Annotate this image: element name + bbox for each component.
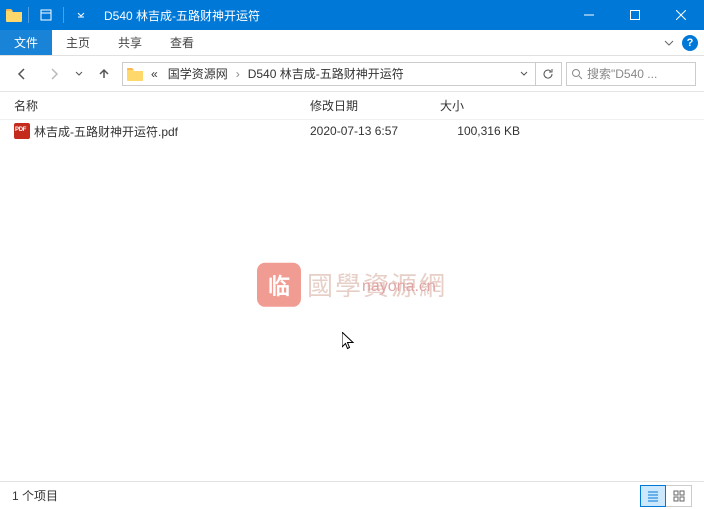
search-placeholder: 搜索"D540 ... (587, 65, 657, 82)
breadcrumb-prefix: « (147, 67, 162, 81)
search-icon (571, 68, 583, 80)
file-tab[interactable]: 文件 (0, 30, 52, 55)
ribbon-tabs: 文件 主页 共享 查看 ? (0, 30, 704, 56)
breadcrumb-separator-icon: › (234, 67, 242, 81)
address-bar[interactable]: « 国学资源网 › D540 林吉成-五路财神开运符 (122, 62, 562, 86)
watermark: 临 國學資源網 nayona.cn (257, 262, 447, 306)
help-button[interactable]: ? (682, 30, 698, 56)
folder-icon (6, 8, 22, 22)
navigation-row: « 国学资源网 › D540 林吉成-五路财神开运符 搜索"D540 ... (0, 56, 704, 92)
file-date: 2020-07-13 6:57 (310, 124, 440, 138)
maximize-button[interactable] (612, 0, 658, 30)
ribbon-expand-icon[interactable] (664, 30, 674, 56)
column-date[interactable]: 修改日期 (310, 97, 440, 114)
search-input[interactable]: 搜索"D540 ... (566, 62, 696, 86)
status-item-count: 1 个项目 (12, 487, 640, 504)
window-title: D540 林吉成-五路财神开运符 (104, 7, 566, 24)
qat-properties-icon[interactable] (35, 4, 57, 26)
mouse-cursor-icon (342, 332, 358, 352)
close-button[interactable] (658, 0, 704, 30)
file-name: 林吉成-五路财神开运符.pdf (34, 123, 310, 140)
minimize-button[interactable] (566, 0, 612, 30)
file-row[interactable]: 林吉成-五路财神开运符.pdf 2020-07-13 6:57 100,316 … (0, 120, 704, 142)
address-dropdown-icon[interactable] (513, 63, 533, 85)
watermark-domain: nayona.cn (362, 278, 436, 296)
breadcrumb-item[interactable]: 国学资源网 (164, 65, 232, 82)
column-name[interactable]: 名称 (0, 97, 310, 114)
titlebar: D540 林吉成-五路财神开运符 (0, 0, 704, 30)
breadcrumb-item[interactable]: D540 林吉成-五路财神开运符 (244, 65, 408, 82)
column-headers: 名称 修改日期 大小 (0, 92, 704, 120)
watermark-text: 國學資源網 (307, 266, 447, 303)
tab-share[interactable]: 共享 (104, 30, 156, 55)
nav-history-dropdown[interactable] (72, 61, 86, 87)
address-folder-icon (127, 67, 143, 81)
view-details-button[interactable] (640, 485, 666, 507)
column-size[interactable]: 大小 (440, 97, 540, 114)
watermark-badge: 临 (257, 262, 301, 306)
tab-home[interactable]: 主页 (52, 30, 104, 55)
nav-forward-button[interactable] (40, 61, 68, 87)
pdf-icon (14, 123, 30, 139)
refresh-button[interactable] (535, 63, 559, 85)
nav-back-button[interactable] (8, 61, 36, 87)
tab-view[interactable]: 查看 (156, 30, 208, 55)
statusbar: 1 个项目 (0, 481, 704, 509)
view-thumbnails-button[interactable] (666, 485, 692, 507)
nav-up-button[interactable] (90, 61, 118, 87)
qat-dropdown-icon[interactable] (70, 4, 92, 26)
file-size: 100,316 KB (440, 124, 540, 138)
file-list-area: 名称 修改日期 大小 林吉成-五路财神开运符.pdf 2020-07-13 6:… (0, 92, 704, 481)
